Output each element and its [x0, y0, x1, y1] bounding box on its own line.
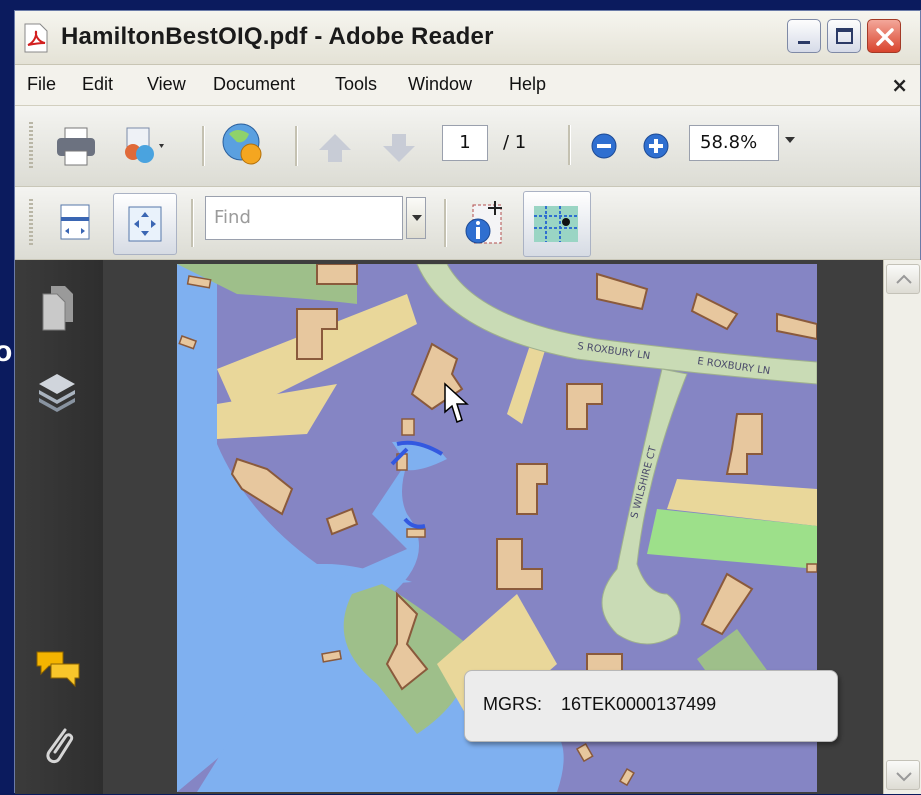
toolbar-separator: [444, 199, 447, 247]
zoom-out-icon[interactable]: [589, 131, 619, 161]
pages-icon[interactable]: [37, 284, 77, 332]
scroll-up-button[interactable]: [886, 264, 920, 294]
zoom-dropdown-icon[interactable]: [785, 137, 795, 143]
page-total: / 1: [503, 132, 527, 153]
menu-view[interactable]: View: [147, 74, 186, 95]
slide-clipped-text: o: [0, 335, 13, 368]
document-close-button[interactable]: ×: [891, 73, 908, 97]
chevron-down-icon: [896, 772, 912, 782]
fit-page-button[interactable]: [113, 193, 177, 255]
comments-icon[interactable]: [33, 648, 83, 690]
toolbar-separator: [568, 125, 571, 165]
create-pdf-icon[interactable]: [119, 124, 169, 168]
toolbar-grip[interactable]: [29, 122, 33, 170]
chevron-up-icon: [896, 274, 912, 284]
maximize-icon: [836, 28, 853, 44]
print-icon[interactable]: [53, 124, 99, 168]
toolbar-separator: [295, 126, 298, 166]
toolbar-separator: [202, 126, 205, 166]
next-page-icon[interactable]: [379, 130, 419, 164]
menu-document[interactable]: Document: [213, 74, 295, 95]
menu-file[interactable]: File: [27, 74, 56, 95]
title-bar[interactable]: HamiltonBestOIQ.pdf - Adobe Reader: [15, 11, 920, 65]
scroll-down-button[interactable]: [886, 760, 920, 790]
vertical-scrollbar[interactable]: [883, 260, 921, 794]
close-icon: [876, 28, 894, 46]
menu-tools[interactable]: Tools: [335, 74, 377, 95]
zoom-in-icon[interactable]: [641, 131, 671, 161]
previous-page-icon[interactable]: [315, 130, 355, 164]
maximize-button[interactable]: [827, 19, 861, 53]
menu-edit[interactable]: Edit: [82, 74, 113, 95]
layers-icon[interactable]: [35, 370, 79, 414]
geospatial-location-icon[interactable]: [461, 195, 507, 249]
menu-window[interactable]: Window: [408, 74, 472, 95]
menu-help[interactable]: Help: [509, 74, 546, 95]
minimize-icon: [798, 41, 810, 44]
coordinate-readout-popup: MGRS: 16TEK0000137499: [464, 670, 838, 742]
mgrs-label: MGRS:: [483, 694, 543, 714]
fit-page-icon: [128, 206, 162, 242]
mgrs-value: 16TEK0000137499: [561, 694, 717, 714]
adobe-reader-window: HamiltonBestOIQ.pdf - Adobe Reader File …: [14, 10, 921, 794]
geospatial-measure-button[interactable]: [523, 191, 591, 257]
page-number-input[interactable]: 1: [442, 125, 488, 161]
minimize-button[interactable]: [787, 19, 821, 53]
find-dropdown-button[interactable]: [406, 197, 426, 239]
menu-bar: File Edit View Document Tools Window Hel…: [15, 65, 920, 106]
fit-width-icon[interactable]: [57, 201, 93, 243]
toolbar-grip[interactable]: [29, 199, 33, 247]
find-input[interactable]: Find: [205, 196, 403, 240]
close-button[interactable]: [867, 19, 901, 53]
collaborate-icon[interactable]: [219, 120, 267, 170]
navigation-panel: [15, 260, 103, 794]
window-title: HamiltonBestOIQ.pdf - Adobe Reader: [61, 23, 494, 50]
attachments-icon[interactable]: [37, 722, 77, 770]
toolbar-separator: [191, 199, 194, 247]
pdf-file-icon: [24, 23, 48, 53]
map-grid-icon: [534, 206, 578, 242]
secondary-toolbar: [15, 187, 920, 260]
zoom-level-input[interactable]: 58.8%: [689, 125, 779, 161]
